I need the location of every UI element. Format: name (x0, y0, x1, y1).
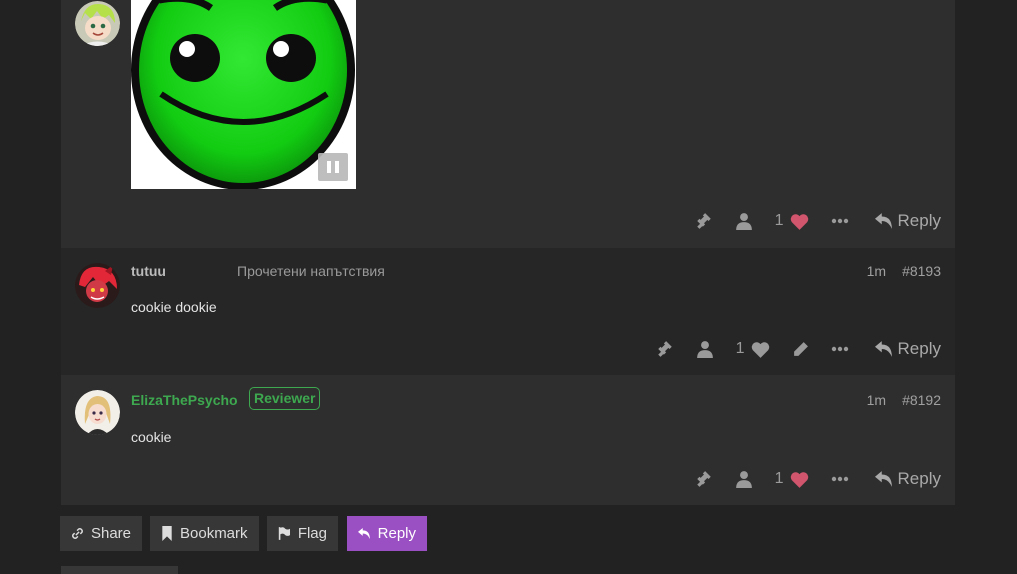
pause-gif-button[interactable] (318, 153, 348, 181)
heart-icon (790, 213, 808, 230)
post-actions: 1 Reply (673, 465, 941, 493)
post-meta: 1m #8192 (851, 392, 941, 408)
notification-dropdown-stub[interactable] (61, 566, 178, 574)
link-icon (72, 528, 83, 539)
heart-icon (790, 471, 808, 488)
edit-button[interactable] (792, 341, 809, 358)
post-image[interactable] (131, 0, 356, 189)
reply-button[interactable]: Reply (874, 211, 941, 231)
avatar[interactable] (75, 263, 120, 308)
gavel-icon (696, 471, 711, 487)
post-number[interactable]: #8193 (902, 263, 941, 279)
post-body: cookie dookie (131, 299, 217, 315)
reply-icon (874, 341, 892, 357)
post-item: ElizaThePsycho Reviewer 1m #8192 cookie 1… (61, 375, 955, 505)
flag-icon (278, 527, 291, 540)
heart-icon (751, 341, 769, 358)
user-icon (735, 471, 752, 488)
post-time[interactable]: 1m (867, 392, 886, 408)
ellipsis-icon (831, 346, 848, 352)
ellipsis-icon (831, 476, 848, 482)
like-button[interactable]: 1 (775, 470, 809, 488)
admin-wrench-button[interactable] (656, 340, 674, 358)
post-body: cookie (131, 429, 172, 445)
flag-button[interactable]: Flag (267, 516, 338, 551)
more-options-button[interactable] (831, 476, 849, 482)
bookmark-button[interactable]: Bookmark (150, 516, 259, 551)
like-count: 1 (735, 340, 745, 357)
reply-label: Reply (897, 211, 941, 230)
post-number[interactable]: #8192 (902, 392, 941, 408)
post-time[interactable]: 1m (867, 263, 886, 279)
like-button[interactable]: 1 (775, 212, 809, 230)
user-icon (696, 341, 713, 358)
reply-icon (874, 471, 892, 487)
post-meta: 1m #8193 (851, 263, 941, 279)
bookmark-icon (162, 526, 172, 541)
share-button[interactable]: Share (60, 516, 142, 551)
flag-label: Flag (297, 525, 327, 542)
reply-button[interactable]: Reply (874, 469, 941, 489)
topic-reply-button[interactable]: Reply (347, 516, 427, 551)
gavel-icon (696, 213, 711, 229)
reply-icon (874, 213, 892, 229)
more-options-button[interactable] (831, 346, 849, 352)
share-label: Share (90, 525, 131, 542)
more-options-button[interactable] (831, 218, 849, 224)
admin-wrench-button[interactable] (695, 470, 713, 488)
user-title: Прочетени напътствия (237, 263, 385, 279)
ellipsis-icon (831, 218, 848, 224)
avatar[interactable] (75, 390, 120, 435)
username[interactable]: ElizaThePsycho (131, 392, 238, 408)
like-count: 1 (774, 212, 784, 229)
user-card-button[interactable] (735, 470, 753, 488)
user-icon (735, 213, 752, 230)
post-item: tutuu Прочетени напътствия 1m #8193 cooki… (61, 248, 955, 375)
admin-wrench-button[interactable] (695, 212, 713, 230)
user-card-button[interactable] (735, 212, 753, 230)
user-flair: Reviewer (249, 387, 321, 410)
username[interactable]: tutuu (131, 263, 166, 279)
post-actions: 1 Reply (673, 207, 941, 235)
like-button[interactable]: 1 (736, 340, 770, 358)
reply-label: Reply (897, 339, 941, 358)
reply-label: Reply (897, 469, 941, 488)
bookmark-label: Bookmark (180, 525, 248, 542)
reply-icon (358, 527, 370, 540)
pencil-icon (792, 341, 808, 357)
reply-button[interactable]: Reply (874, 339, 941, 359)
gavel-icon (657, 341, 672, 357)
avatar[interactable] (75, 1, 120, 46)
post-actions: 1 Reply (634, 335, 941, 363)
flair-badge: Reviewer (249, 387, 321, 410)
user-card-button[interactable] (696, 340, 714, 358)
topic-reply-label: Reply (377, 525, 416, 542)
like-count: 1 (774, 470, 784, 487)
post-item: 1 Reply (61, 0, 955, 248)
